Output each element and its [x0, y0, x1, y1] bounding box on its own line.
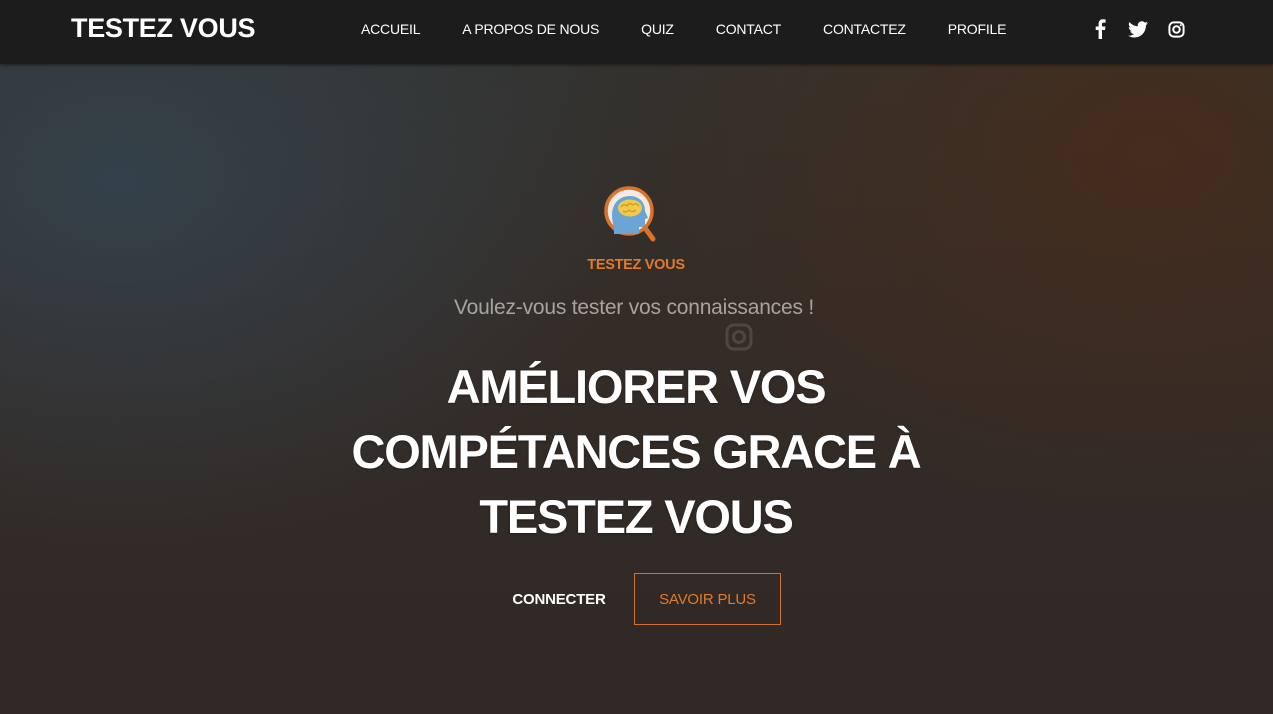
twitter-icon[interactable]: [1128, 19, 1148, 39]
connect-button[interactable]: CONNECTER: [498, 573, 620, 625]
hero-headline-line-2: COMPÉTANCES GRACE À: [351, 425, 921, 478]
hero-section: TESTEZ VOUS Voulez-vous tester vos conna…: [0, 64, 1273, 714]
hero-headline-line-3: TESTEZ VOUS: [479, 490, 793, 543]
nav-item-accueil[interactable]: ACCUEIL: [340, 21, 441, 37]
hero-tagline: Voulez-vous tester vos connaissances !: [453, 296, 815, 319]
hero-headline: AMÉLIORER VOS COMPÉTANCES GRACE À TESTEZ…: [236, 354, 1036, 549]
hero-logo-text: TESTEZ VOUS: [587, 257, 685, 273]
nav-item-contactez[interactable]: CONTACTEZ: [802, 21, 927, 37]
instagram-icon[interactable]: [1166, 19, 1186, 39]
hero-headline-line-1: AMÉLIORER VOS: [446, 360, 827, 413]
header-navbar: TESTEZ VOUS ACCUEIL A PROPOS DE NOUS QUI…: [0, 0, 1273, 64]
facebook-icon[interactable]: [1090, 19, 1110, 39]
hero-actions: CONNECTER SAVOIR PLUS: [0, 573, 1273, 625]
nav-item-profile[interactable]: PROFILE: [927, 21, 1028, 37]
social-links: [1090, 19, 1186, 39]
learn-more-button[interactable]: SAVOIR PLUS: [634, 573, 781, 625]
magnifier-head-icon: [604, 186, 656, 242]
faded-instagram-icon: [725, 323, 753, 351]
nav-item-contact[interactable]: CONTACT: [695, 21, 802, 37]
nav-item-quiz[interactable]: QUIZ: [620, 21, 695, 37]
nav-item-a-propos[interactable]: A PROPOS DE NOUS: [441, 21, 620, 37]
page: TESTEZ VOUS ACCUEIL A PROPOS DE NOUS QUI…: [0, 0, 1273, 714]
hero-logo: TESTEZ VOUS: [586, 178, 686, 278]
nav-menu: ACCUEIL A PROPOS DE NOUS QUIZ CONTACT CO…: [340, 0, 1027, 58]
brand-logo-text[interactable]: TESTEZ VOUS: [71, 12, 256, 44]
